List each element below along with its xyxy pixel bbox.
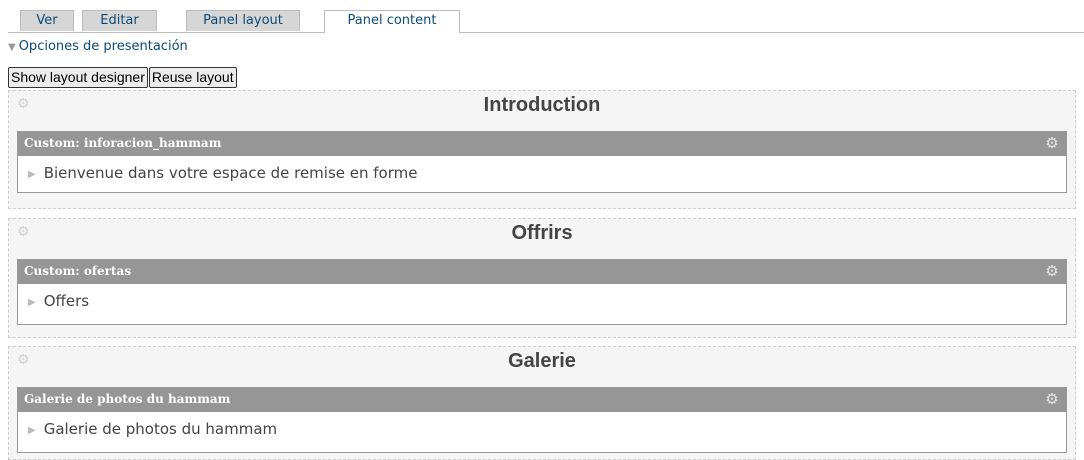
region-title: Introduction xyxy=(483,94,601,116)
pane-content-text: Galerie de photos du hammam xyxy=(43,420,278,438)
region-title: Offrirs xyxy=(511,222,573,244)
tab-bar: Ver Editar Panel layout Panel content xyxy=(8,10,1084,33)
tab-panel-content[interactable]: Panel content xyxy=(324,10,460,33)
display-options-label: Opciones de presentación xyxy=(18,39,188,54)
tab-ver[interactable]: Ver xyxy=(20,10,74,31)
pane-content[interactable]: ▶ Bienvenue dans votre espace de remise e… xyxy=(18,156,1066,190)
pane-content[interactable]: ▶ Galerie de photos du hammam xyxy=(18,412,1066,446)
gear-icon[interactable]: ⚙ xyxy=(1044,135,1060,151)
pane-custom-inforacion-hammam: Custom: inforacion_hammam ⚙ ▶ Bienvenue d… xyxy=(17,131,1067,193)
tab-label: Editar xyxy=(100,13,139,28)
region-introduction: ⚙ Introduction Custom: inforacion_hammam… xyxy=(8,90,1076,209)
pane-header[interactable]: Custom: inforacion_hammam ⚙ xyxy=(18,132,1066,156)
pane-content-text: Offers xyxy=(43,292,90,310)
show-layout-designer-button[interactable]: Show layout designer xyxy=(8,67,148,88)
tab-label: Ver xyxy=(36,13,58,28)
pane-header[interactable]: Custom: ofertas ⚙ xyxy=(18,260,1066,284)
pane-title: Custom: inforacion_hammam xyxy=(24,136,222,150)
display-options-link[interactable]: ▼ Opciones de presentación xyxy=(8,39,188,54)
triangle-right-icon: ▶ xyxy=(28,425,36,436)
triangle-right-icon: ▶ xyxy=(28,297,36,308)
region-offrirs: ⚙ Offrirs Custom: ofertas ⚙ ▶ Offers xyxy=(8,218,1076,338)
pane-galerie-photos-hammam: Galerie de photos du hammam ⚙ ▶ Galerie d… xyxy=(17,387,1067,453)
reuse-layout-button[interactable]: Reuse layout xyxy=(148,67,237,88)
tab-editar[interactable]: Editar xyxy=(82,10,157,31)
pane-content[interactable]: ▶ Offers xyxy=(18,284,1066,318)
triangle-right-icon: ▶ xyxy=(28,169,36,180)
gear-icon[interactable]: ⚙ xyxy=(1044,263,1060,279)
tab-label: Panel content xyxy=(347,13,437,28)
pane-header[interactable]: Galerie de photos du hammam ⚙ xyxy=(18,388,1066,412)
pane-title: Galerie de photos du hammam xyxy=(24,392,231,406)
layout-buttons: Show layout designer Reuse layout xyxy=(8,67,238,88)
pane-title: Custom: ofertas xyxy=(24,264,132,278)
tab-panel-layout[interactable]: Panel layout xyxy=(186,10,300,31)
pane-custom-ofertas: Custom: ofertas ⚙ ▶ Offers xyxy=(17,259,1067,325)
triangle-down-icon: ▼ xyxy=(8,42,16,53)
region-galerie: ⚙ Galerie Galerie de photos du hammam ⚙ … xyxy=(8,346,1076,460)
tab-label: Panel layout xyxy=(203,13,283,28)
gear-icon[interactable]: ⚙ xyxy=(1044,391,1060,407)
pane-content-text: Bienvenue dans votre espace de remise en… xyxy=(43,164,418,182)
region-title: Galerie xyxy=(508,350,576,372)
